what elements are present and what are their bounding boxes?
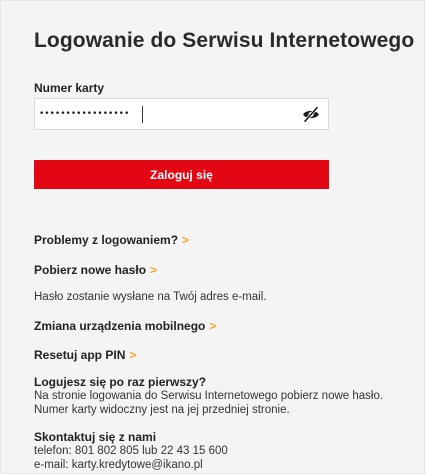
chevron-right-icon: > [209,319,217,333]
password-note: Hasło zostanie wysłane na Twój adres e-m… [34,291,267,303]
chevron-right-icon: > [182,233,190,247]
new-password-label: Pobierz nowe hasło [34,263,147,277]
first-login-text-1: Na stronie logowania do Serwisu Internet… [34,390,384,402]
eye-off-icon[interactable] [302,106,320,123]
new-password-link[interactable]: Pobierz nowe hasło > [34,263,157,277]
contact-phone: telefon: 801 802 805 lub 22 43 15 600 [34,445,228,457]
change-device-link[interactable]: Zmiana urządzenia mobilnego > [34,319,216,333]
page-title: Logowanie do Serwisu Internetowego [34,29,415,52]
login-problems-link[interactable]: Problemy z logowaniem? > [34,233,189,247]
reset-pin-link[interactable]: Resetuj app PIN > [34,348,136,362]
first-login-title: Logujesz się po raz pierwszy? [34,375,207,389]
change-device-label: Zmiana urządzenia mobilnego [34,319,206,333]
reset-pin-label: Resetuj app PIN [34,348,126,362]
card-number-field[interactable] [34,98,329,130]
card-number-label: Numer karty [34,81,105,95]
chevron-right-icon: > [129,348,137,362]
login-panel: Logowanie do Serwisu Internetowego Numer… [0,0,425,474]
login-button[interactable]: Zaloguj się [34,160,329,189]
text-caret [142,106,143,123]
chevron-right-icon: > [150,263,158,277]
login-problems-label: Problemy z logowaniem? [34,233,179,247]
contact-title: Skontaktuj się z nami [34,430,157,444]
card-number-input[interactable] [39,99,299,129]
contact-email: e-mail: karty.kredytowe@ikano.pl [34,459,203,471]
first-login-text-2: Numer karty widoczny jest na jej przedni… [34,404,290,416]
